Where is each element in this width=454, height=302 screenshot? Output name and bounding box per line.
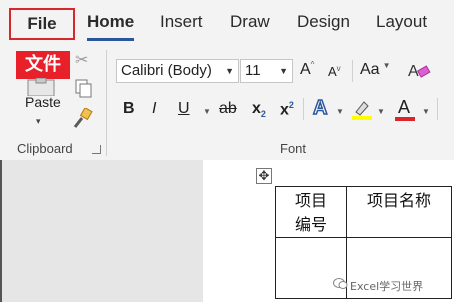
file-chinese-annotation: 文件 [16,51,70,79]
text-effects-dropdown-icon[interactable]: ▼ [336,107,344,116]
svg-text:A: A [408,63,419,80]
document-background [0,160,203,302]
wechat-icon [333,278,348,289]
underline-button[interactable]: U [178,100,190,118]
font-color-swatch [395,117,415,121]
tab-draw[interactable]: Draw [230,12,270,32]
ribbon-tabs: File Home Insert Draw Design Layout [0,0,454,44]
clipboard-dialog-launcher-icon[interactable] [92,145,101,154]
subscript-button[interactable]: x2 [252,100,266,119]
font-size-select[interactable]: 11 ▼ [240,59,293,83]
subscript-label: x [252,100,261,117]
watermark-text: Excel学习世界 [350,280,424,293]
table-row: 项目 编号 项目名称 [275,186,452,238]
clear-formatting-icon[interactable]: A [407,60,431,82]
table-cell[interactable]: 项目 编号 [275,186,347,238]
highlight-dropdown-icon[interactable]: ▼ [377,107,385,116]
copy-icon[interactable] [74,78,94,98]
tab-layout[interactable]: Layout [376,12,427,32]
divider [352,60,353,82]
highlight-icon[interactable] [350,98,374,122]
paste-button-label[interactable]: Paste [25,94,61,110]
divider [303,98,304,120]
font-size-value: 11 [245,62,261,79]
cell-text: 项目 编号 [294,191,327,234]
grow-font-label: A [300,61,311,78]
superscript-button[interactable]: x2 [280,100,294,119]
format-painter-icon[interactable] [72,108,94,130]
active-tab-indicator [87,38,134,41]
tab-home[interactable]: Home [87,12,134,32]
chevron-down-icon: ▼ [225,66,234,76]
cell-text: 项目名称 [366,191,431,210]
superscript-mark: 2 [288,100,294,110]
paste-dropdown-icon[interactable]: ▾ [36,116,41,127]
tab-file[interactable]: File [11,10,73,34]
cut-icon[interactable]: ✂ [75,50,88,70]
table-cell[interactable]: 项目名称 [346,186,452,238]
chevron-down-icon: ▼ [279,66,288,76]
subscript-mark: 2 [260,109,266,120]
text-effects-button[interactable]: A [312,96,328,120]
grow-font-button[interactable]: A^ [300,60,314,79]
font-family-value: Calibri (Body) [121,62,212,79]
font-color-dropdown-icon[interactable]: ▼ [422,107,430,116]
divider [437,98,438,120]
file-tab-highlight[interactable]: File [9,8,75,40]
change-case-button[interactable]: Aa ▼ [360,61,391,79]
strikethrough-button[interactable]: ab [219,100,237,118]
clipboard-group-label: Clipboard [17,141,73,156]
shrink-font-label: A [328,64,337,79]
underline-dropdown-icon[interactable]: ▼ [203,107,211,116]
tab-design[interactable]: Design [297,12,350,32]
group-divider [106,50,107,156]
superscript-label: x [280,101,289,119]
italic-button[interactable]: I [152,100,156,118]
left-edge [0,160,2,302]
font-color-button[interactable]: A [398,97,410,118]
font-group-label: Font [280,141,307,156]
table-move-handle-icon[interactable]: ✥ [256,168,272,184]
tab-insert[interactable]: Insert [160,12,203,32]
shrink-font-button[interactable]: Av [328,64,341,79]
font-family-select[interactable]: Calibri (Body) ▼ [116,59,239,83]
bold-button[interactable]: B [123,100,135,118]
change-case-label: Aa [360,61,380,78]
